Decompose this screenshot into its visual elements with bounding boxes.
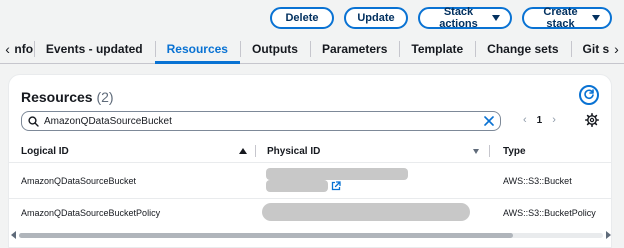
column-label-logical-id: Logical ID xyxy=(21,145,69,157)
logical-id-cell: AmazonQDataSourceBucketPolicy xyxy=(21,208,161,218)
resources-panel: Resources (2) ‹ 1 › xyxy=(8,74,612,248)
update-button[interactable]: Update xyxy=(344,7,408,29)
column-label-type: Type xyxy=(503,145,526,157)
create-stack-label: Create stack xyxy=(543,6,578,30)
tab-template[interactable]: Template xyxy=(399,34,475,63)
column-resizer[interactable] xyxy=(489,145,490,157)
scroll-left-icon[interactable] xyxy=(11,231,16,239)
column-label-physical-id: Physical ID xyxy=(267,145,321,157)
column-header-type[interactable]: Type xyxy=(503,139,526,163)
tab-git-sync-label: Git sync xyxy=(582,41,609,56)
gear-icon[interactable] xyxy=(585,113,599,127)
caret-down-icon xyxy=(492,15,500,21)
close-icon[interactable] xyxy=(484,116,494,126)
tab-outputs[interactable]: Outputs xyxy=(239,34,310,63)
redacted-physical-id xyxy=(266,180,328,192)
scrollbar-thumb[interactable] xyxy=(19,233,513,238)
tabs-scroll-left-icon[interactable]: ‹ xyxy=(0,34,15,63)
horizontal-scrollbar[interactable] xyxy=(9,231,611,239)
tab-parameters[interactable]: Parameters xyxy=(309,34,399,63)
tab-change-sets-label: Change sets xyxy=(487,41,559,56)
external-link-icon[interactable] xyxy=(331,181,341,191)
logical-id-cell: AmazonQDataSourceBucket xyxy=(21,176,137,186)
previous-page-icon[interactable]: ‹ xyxy=(523,114,527,126)
tab-template-label: Template xyxy=(411,41,464,56)
table-row: AmazonQDataSourceBucketPolicy AWS::S3::B… xyxy=(9,199,611,229)
caret-down-icon xyxy=(592,15,600,21)
refresh-icon xyxy=(584,89,594,99)
delete-button[interactable]: Delete xyxy=(270,7,334,29)
next-page-icon[interactable]: › xyxy=(552,114,556,126)
create-stack-button[interactable]: Create stack xyxy=(522,6,612,30)
sort-ascending-icon[interactable] xyxy=(239,139,247,163)
resources-heading: Resources (2) xyxy=(21,89,114,105)
stack-actions-label: Stack actions xyxy=(439,6,478,30)
tab-info[interactable]: Info xyxy=(15,34,34,63)
scroll-right-icon[interactable] xyxy=(606,231,611,239)
resources-title: Resources xyxy=(21,89,93,105)
search-input[interactable] xyxy=(44,115,479,127)
resources-count: (2) xyxy=(96,89,114,105)
tab-resources[interactable]: Resources xyxy=(154,34,241,64)
tab-outputs-label: Outputs xyxy=(251,41,298,56)
tab-change-sets[interactable]: Change sets xyxy=(475,34,570,63)
tabs-scroll-right-icon[interactable]: › xyxy=(609,34,624,63)
column-resizer[interactable] xyxy=(255,145,256,157)
tab-events[interactable]: Events - updated xyxy=(33,34,155,63)
tab-git-sync[interactable]: Git sync xyxy=(570,34,609,63)
sort-descending-icon[interactable] xyxy=(473,139,479,163)
update-button-label: Update xyxy=(357,12,395,24)
refresh-button[interactable] xyxy=(579,85,599,105)
redacted-physical-id xyxy=(266,168,408,180)
delete-button-label: Delete xyxy=(285,12,319,24)
page-number[interactable]: 1 xyxy=(537,115,543,126)
type-cell: AWS::S3::BucketPolicy xyxy=(503,208,596,218)
tab-info-label: Info xyxy=(15,41,34,56)
tab-events-label: Events - updated xyxy=(45,41,143,56)
search-icon xyxy=(28,115,39,127)
stack-action-bar: Delete Update Stack actions Create stack xyxy=(0,0,624,36)
column-header-physical-id[interactable]: Physical ID xyxy=(267,139,320,163)
pagination: ‹ 1 › xyxy=(523,114,556,126)
stack-actions-button[interactable]: Stack actions xyxy=(418,6,512,30)
tab-resources-label: Resources xyxy=(166,41,228,56)
type-cell: AWS::S3::Bucket xyxy=(503,176,572,186)
tab-parameters-label: Parameters xyxy=(321,41,388,56)
resource-search xyxy=(21,111,501,131)
stack-tabs: ‹ Info Events - updated Resources Output… xyxy=(0,34,624,64)
table-header: Logical ID Physical ID Type xyxy=(9,139,611,163)
column-header-logical-id[interactable]: Logical ID xyxy=(21,139,69,163)
redacted-physical-id xyxy=(262,203,470,221)
table-row: AmazonQDataSourceBucket AWS::S3::Bucket xyxy=(9,163,611,199)
